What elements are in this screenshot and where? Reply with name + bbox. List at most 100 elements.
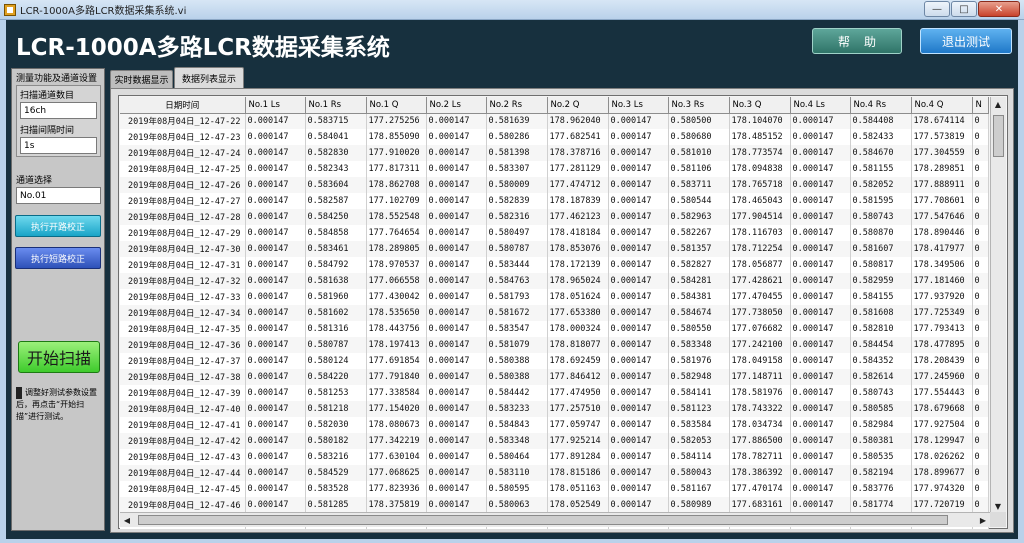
scroll-up-icon[interactable]: ▲: [991, 97, 1005, 111]
channel-select-field[interactable]: No.01: [16, 187, 101, 204]
table-cell: 0.000147: [790, 321, 851, 337]
column-header[interactable]: No.4 Rs: [850, 97, 912, 114]
table-row[interactable]: 2019年08月04日_12-47-38 0.000147 0.584220 177.…: [120, 369, 989, 385]
table-cell: 0.582963: [668, 209, 730, 225]
table-row[interactable]: 2019年08月04日_12-47-43 0.000147 0.583216 177.…: [120, 449, 989, 465]
column-header[interactable]: No.1 Ls: [245, 97, 306, 114]
column-header[interactable]: No.1 Q: [366, 97, 427, 114]
table-cell: 178.581976: [729, 385, 791, 401]
column-header[interactable]: No.3 Q: [729, 97, 791, 114]
vertical-scroll-thumb[interactable]: [993, 115, 1004, 157]
column-header[interactable]: No.4 Q: [911, 97, 973, 114]
tab-realtime-display[interactable]: 实时数据显示: [110, 70, 173, 88]
table-cell: 178.712254: [729, 241, 791, 257]
table-cell: 2019年08月04日_12-47-24: [120, 145, 246, 161]
tab-data-list[interactable]: 数据列表显示: [174, 67, 244, 88]
short-circuit-calibration-button[interactable]: 执行短路校正: [15, 247, 101, 269]
info-icon: [16, 387, 22, 399]
vertical-scrollbar[interactable]: ▲ ▼: [990, 97, 1006, 513]
open-circuit-calibration-button[interactable]: 执行开路校正: [15, 215, 101, 237]
table-cell: 0.000147: [608, 401, 669, 417]
table-row[interactable]: 2019年08月04日_12-47-46 0.000147 0.581285 178.…: [120, 497, 989, 513]
scroll-down-icon[interactable]: ▼: [991, 499, 1005, 513]
table-cell: 0.000147: [426, 193, 487, 209]
column-header[interactable]: N: [972, 97, 989, 114]
table-cell: 0.000147: [790, 257, 851, 273]
table-row[interactable]: 2019年08月04日_12-47-29 0.000147 0.584858 177.…: [120, 225, 989, 241]
table-row[interactable]: 2019年08月04日_12-47-30 0.000147 0.583461 178.…: [120, 241, 989, 257]
table-cell: 0.584250: [305, 209, 367, 225]
table-row[interactable]: 2019年08月04日_12-47-33 0.000147 0.581960 177.…: [120, 289, 989, 305]
table-cell: 178.172139: [547, 257, 609, 273]
table-cell: 0.000147: [608, 417, 669, 433]
exit-test-button[interactable]: 退出测试: [920, 28, 1012, 54]
table-cell: 177.066558: [366, 273, 427, 289]
column-header[interactable]: 日期时间: [120, 97, 246, 114]
scan-channels-field[interactable]: 16ch: [20, 102, 97, 119]
table-cell: 2019年08月04日_12-47-33: [120, 289, 246, 305]
table-cell: 0.000147: [790, 177, 851, 193]
table-cell: 0.000147: [790, 193, 851, 209]
column-header[interactable]: No.4 Ls: [790, 97, 851, 114]
table-cell: 178.899677: [911, 465, 973, 481]
table-row[interactable]: 2019年08月04日_12-47-24 0.000147 0.582830 177.…: [120, 145, 989, 161]
table-cell: 178.056877: [729, 257, 791, 273]
table-row[interactable]: 2019年08月04日_12-47-32 0.000147 0.581638 177.…: [120, 273, 989, 289]
table-cell: 0.584408: [850, 113, 912, 129]
table-cell: 0.000147: [608, 305, 669, 321]
column-header[interactable]: No.2 Rs: [486, 97, 548, 114]
table-cell: 0.000147: [426, 449, 487, 465]
table-cell: 178.289851: [911, 161, 973, 177]
table-row[interactable]: 2019年08月04日_12-47-45 0.000147 0.583528 177.…: [120, 481, 989, 497]
window-controls: — □ ✕: [924, 1, 1020, 17]
table-cell: 2019年08月04日_12-47-23: [120, 129, 246, 145]
maximize-button[interactable]: □: [951, 1, 977, 17]
table-cell: 0.000147: [426, 433, 487, 449]
horizontal-scroll-thumb[interactable]: [138, 515, 948, 525]
table-row[interactable]: 2019年08月04日_12-47-41 0.000147 0.582030 178.…: [120, 417, 989, 433]
start-scan-button[interactable]: 开始扫描: [18, 341, 100, 373]
column-header[interactable]: No.3 Ls: [608, 97, 669, 114]
table-row[interactable]: 2019年08月04日_12-47-27 0.000147 0.582587 177.…: [120, 193, 989, 209]
table-cell: 177.148711: [729, 369, 791, 385]
table-row[interactable]: 2019年08月04日_12-47-36 0.000147 0.580787 178.…: [120, 337, 989, 353]
column-header[interactable]: No.1 Rs: [305, 97, 367, 114]
table-row[interactable]: 2019年08月04日_12-47-26 0.000147 0.583604 178.…: [120, 177, 989, 193]
table-row[interactable]: 2019年08月04日_12-47-31 0.000147 0.584792 178.…: [120, 257, 989, 273]
horizontal-scrollbar[interactable]: ◀ ▶: [120, 512, 990, 527]
table-row[interactable]: 2019年08月04日_12-47-25 0.000147 0.582343 177.…: [120, 161, 989, 177]
table-row[interactable]: 2019年08月04日_12-47-28 0.000147 0.584250 178.…: [120, 209, 989, 225]
table-row[interactable]: 2019年08月04日_12-47-22 0.000147 0.583715 177.…: [120, 113, 989, 129]
scan-interval-field[interactable]: 1s: [20, 137, 97, 154]
help-button[interactable]: 帮助: [812, 28, 902, 54]
table-row[interactable]: 2019年08月04日_12-47-44 0.000147 0.584529 177.…: [120, 465, 989, 481]
table-cell: 177.547646: [911, 209, 973, 225]
table-row[interactable]: 2019年08月04日_12-47-40 0.000147 0.581218 177.…: [120, 401, 989, 417]
column-header[interactable]: No.2 Q: [547, 97, 609, 114]
table-cell: 0: [972, 241, 989, 257]
table-row[interactable]: 2019年08月04日_12-47-34 0.000147 0.581602 178.…: [120, 305, 989, 321]
table-cell: 0.000147: [608, 337, 669, 353]
table-cell: 178.289805: [366, 241, 427, 257]
minimize-button[interactable]: —: [924, 1, 950, 17]
scroll-left-icon[interactable]: ◀: [120, 513, 134, 527]
table-cell: 0.000147: [608, 369, 669, 385]
table-cell: 178.052549: [547, 497, 609, 513]
column-header[interactable]: No.2 Ls: [426, 97, 487, 114]
table-cell: 0.581167: [668, 481, 730, 497]
table-cell: 178.443756: [366, 321, 427, 337]
table-cell: 0.581793: [486, 289, 548, 305]
table-cell: 177.573819: [911, 129, 973, 145]
scroll-right-icon[interactable]: ▶: [976, 513, 990, 527]
close-button[interactable]: ✕: [978, 1, 1020, 17]
table-row[interactable]: 2019年08月04日_12-47-37 0.000147 0.580124 177.…: [120, 353, 989, 369]
column-header[interactable]: No.3 Rs: [668, 97, 730, 114]
table-cell: 0.584352: [850, 353, 912, 369]
table-cell: 0.582839: [486, 193, 548, 209]
table-row[interactable]: 2019年08月04日_12-47-42 0.000147 0.580182 177.…: [120, 433, 989, 449]
table-cell: 0.580787: [486, 241, 548, 257]
table-row[interactable]: 2019年08月04日_12-47-23 0.000147 0.584041 178.…: [120, 129, 989, 145]
table-row[interactable]: 2019年08月04日_12-47-39 0.000147 0.581253 177.…: [120, 385, 989, 401]
table-cell: 0.583444: [486, 257, 548, 273]
table-row[interactable]: 2019年08月04日_12-47-35 0.000147 0.581316 178.…: [120, 321, 989, 337]
